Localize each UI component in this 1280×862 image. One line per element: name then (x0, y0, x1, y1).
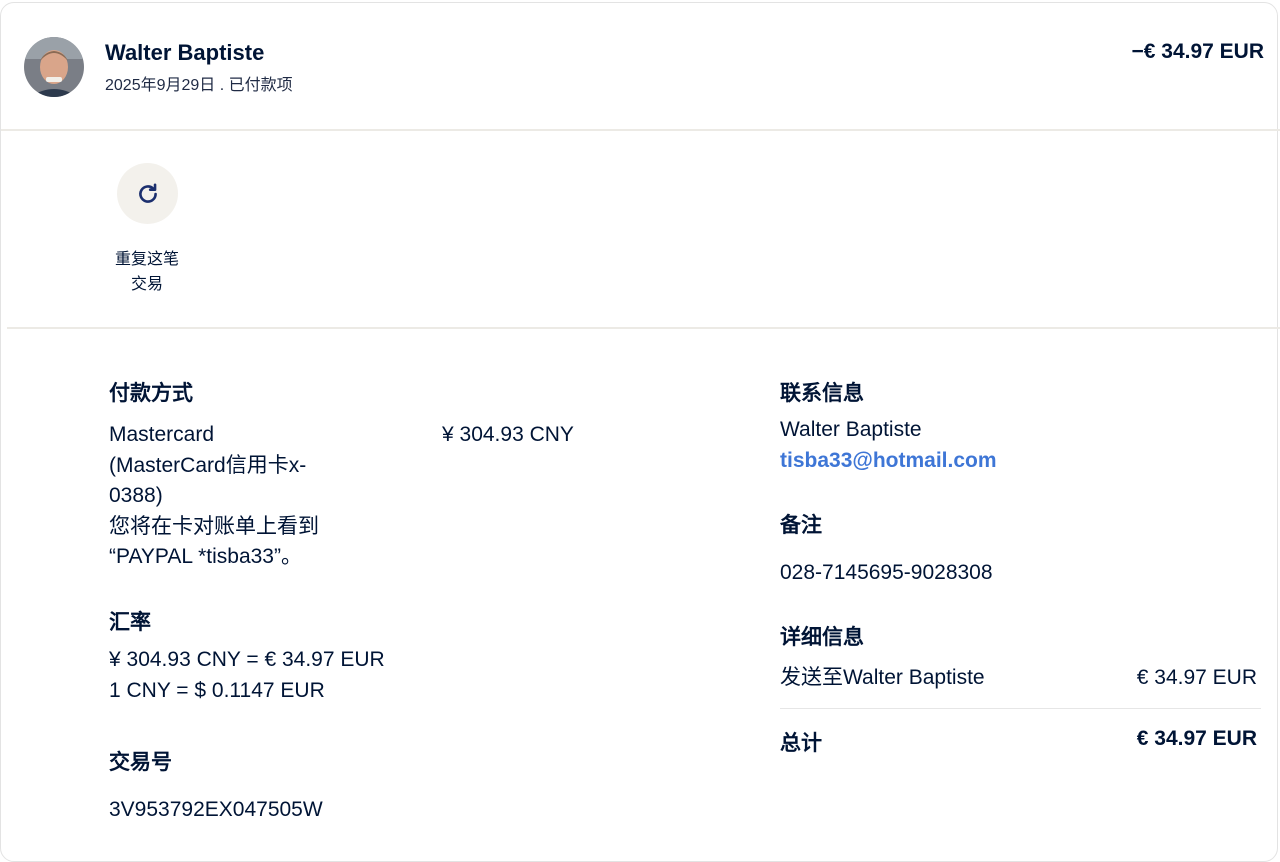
note-heading: 备注 (780, 514, 822, 537)
divider (780, 708, 1261, 709)
total-amount-header: −€ 34.97 EUR (1131, 40, 1264, 63)
contact-heading: 联系信息 (780, 382, 864, 405)
sent-to-label: 发送至Walter Baptiste (780, 666, 985, 689)
divider (1, 129, 1280, 131)
transaction-id: 3V953792EX047505W (109, 798, 323, 821)
note-value: 028-7145695-9028308 (780, 561, 993, 584)
total-label: 总计 (780, 732, 822, 755)
repeat-transaction-button[interactable] (117, 163, 178, 224)
payment-amount: ¥ 304.93 CNY (442, 423, 574, 446)
sent-to-amount: € 34.97 EUR (1136, 666, 1257, 689)
exchange-rate-details: ¥ 304.93 CNY = € 34.97 EUR 1 CNY = $ 0.1… (109, 648, 385, 702)
payment-method-heading: 付款方式 (109, 382, 193, 405)
transaction-card: Walter Baptiste 2025年9月29日 . 已付款项 −€ 34.… (0, 2, 1280, 862)
exchange-rate-heading: 汇率 (109, 611, 151, 634)
total-amount: € 34.97 EUR (1136, 727, 1257, 750)
avatar (24, 37, 84, 97)
divider (7, 327, 1280, 329)
contact-name: Walter Baptiste (780, 418, 922, 441)
refresh-icon (138, 182, 157, 203)
transaction-id-heading: 交易号 (109, 751, 172, 774)
avatar-photo-icon (24, 37, 84, 97)
contact-email-link[interactable]: tisba33@hotmail.com (780, 446, 997, 477)
details-heading: 详细信息 (780, 626, 864, 649)
repeat-transaction-label[interactable]: 重复这笔 交易 (101, 247, 193, 297)
date-status: 2025年9月29日 . 已付款项 (105, 77, 293, 94)
payee-name: Walter Baptiste (105, 40, 265, 65)
payment-method-details: Mastercard (MasterCard信用卡x- 0388) 您将在卡对账… (109, 423, 319, 568)
